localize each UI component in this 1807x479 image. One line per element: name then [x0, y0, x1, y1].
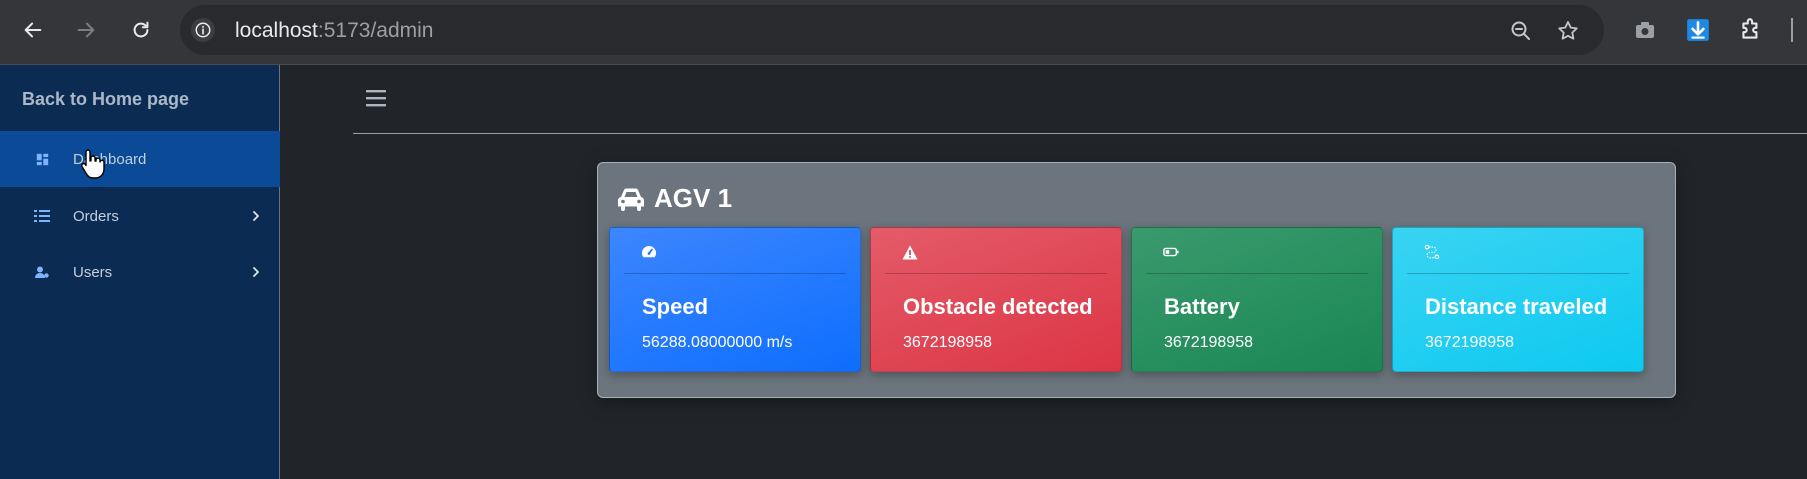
agv-header: AGV 1	[616, 183, 732, 214]
sidebar-item-users[interactable]: Users	[0, 244, 280, 300]
chevron-right-icon	[250, 210, 262, 222]
speed-card: Speed 56288.08000000 m/s	[609, 227, 861, 372]
camera-extension-icon[interactable]	[1630, 15, 1660, 45]
hamburger-menu-icon[interactable]	[365, 87, 387, 109]
warning-icon	[902, 244, 918, 260]
speedometer-icon	[641, 244, 657, 260]
hand-cursor-icon	[81, 149, 105, 179]
sidebar-item-label: Users	[73, 263, 113, 281]
card-divider	[1407, 273, 1629, 274]
site-info-icon[interactable]	[191, 18, 215, 42]
agv-title: AGV 1	[654, 183, 733, 213]
reload-button[interactable]	[125, 14, 157, 46]
forward-button[interactable]	[70, 14, 102, 46]
card-value: 56288.08000000 m/s	[642, 334, 793, 351]
browser-toolbar: localhost:5173/admin	[0, 0, 1807, 65]
toolbar-divider	[1791, 18, 1793, 42]
arrow-right-icon	[77, 22, 95, 38]
reload-icon	[133, 21, 149, 38]
car-icon	[618, 188, 644, 211]
url-path: :5173/admin	[317, 19, 434, 42]
back-to-home-link[interactable]: Back to Home page	[22, 89, 189, 110]
arrow-left-icon	[24, 22, 42, 38]
battery-card: Battery 3672198958	[1131, 227, 1383, 372]
sidebar-item-orders[interactable]: Orders	[0, 188, 280, 244]
obstacle-card: Obstacle detected 3672198958	[870, 227, 1122, 372]
zoom-icon[interactable]	[1508, 18, 1534, 44]
address-bar[interactable]: localhost:5173/admin	[180, 5, 1604, 55]
card-value: 3672198958	[903, 334, 992, 351]
header-divider	[353, 133, 1807, 134]
bookmark-star-icon[interactable]	[1555, 18, 1581, 44]
back-button[interactable]	[17, 14, 49, 46]
sidebar-item-label: Orders	[73, 207, 119, 225]
download-extension-icon[interactable]	[1683, 15, 1713, 45]
dashboard-icon	[34, 151, 50, 167]
card-value: 3672198958	[1425, 334, 1514, 351]
card-title: Battery	[1164, 294, 1240, 319]
url-host: localhost	[235, 19, 318, 42]
card-divider	[885, 273, 1107, 274]
agv-panel: AGV 1 Speed 56288.08000000 m/s Obstacle …	[597, 162, 1676, 398]
distance-card: Distance traveled 3672198958	[1392, 227, 1644, 372]
card-title: Obstacle detected	[903, 294, 1093, 319]
extensions-puzzle-icon[interactable]	[1736, 15, 1766, 45]
sidebar-item-dashboard[interactable]: Dashboard	[0, 131, 280, 187]
battery-icon	[1163, 244, 1179, 260]
list-icon	[34, 208, 50, 224]
route-icon	[1424, 244, 1440, 260]
card-divider	[1146, 273, 1368, 274]
card-divider	[624, 273, 846, 274]
url-text[interactable]: localhost:5173/admin	[235, 19, 433, 43]
card-title: Speed	[642, 294, 709, 319]
users-icon	[34, 264, 50, 280]
card-title: Distance traveled	[1425, 294, 1608, 319]
sidebar: Back to Home page Dashboard Orders Users	[0, 65, 280, 479]
card-value: 3672198958	[1164, 334, 1253, 351]
chevron-right-icon	[250, 266, 262, 278]
